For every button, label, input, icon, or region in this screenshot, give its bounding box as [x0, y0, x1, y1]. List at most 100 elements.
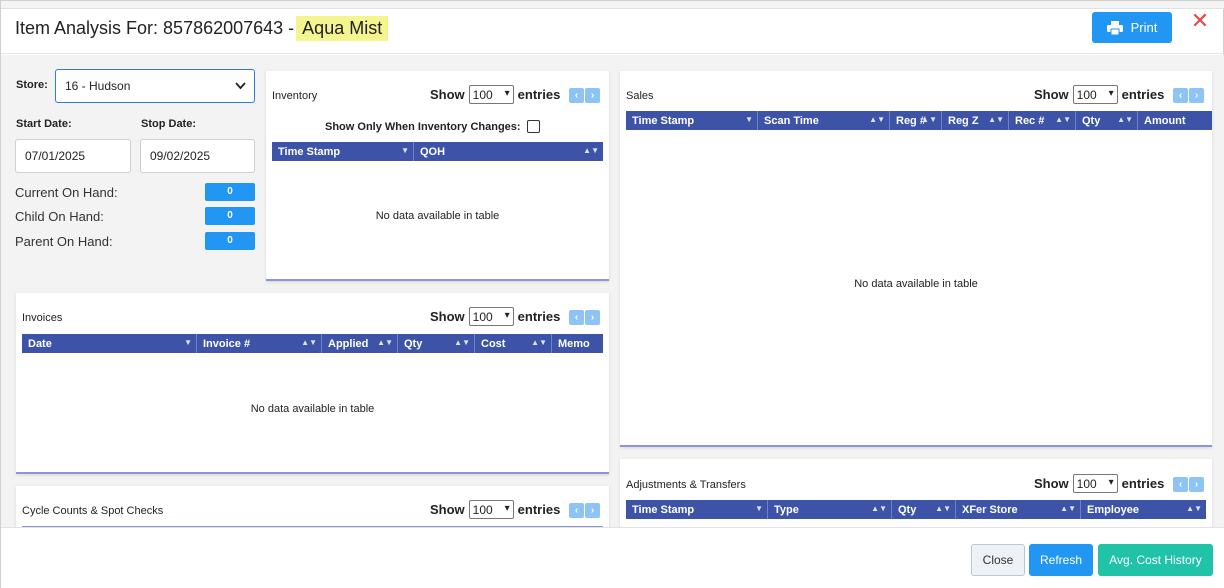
col-label: Time Stamp — [632, 114, 695, 127]
entries-value: 100 — [1076, 476, 1097, 491]
chevron-down-icon: ▾ — [1108, 477, 1114, 488]
invoices-title: Invoices — [22, 312, 63, 324]
col-label: Reg Z — [948, 114, 979, 127]
cycle-counts-pager: ‹ › — [569, 503, 600, 518]
print-button[interactable]: Print — [1092, 12, 1172, 43]
col-time-stamp[interactable]: Time Stamp ▼ — [272, 142, 414, 161]
sort-desc-icon: ▼ — [755, 504, 763, 513]
col-invoice-num[interactable]: Invoice # ▲▼ — [197, 334, 322, 353]
inventory-entries-select[interactable]: 100 ▾ — [468, 85, 514, 104]
col-amount[interactable]: Amount — [1138, 111, 1212, 130]
chevron-down-icon: ▾ — [504, 310, 510, 321]
col-scan-time[interactable]: Scan Time ▲▼ — [758, 111, 890, 130]
inventory-changes-checkbox[interactable] — [526, 120, 540, 133]
invoices-entries-select[interactable]: 100 ▾ — [468, 307, 514, 326]
entries-label: entries — [517, 87, 561, 102]
col-memo[interactable]: Memo — [552, 334, 603, 353]
chevron-left-icon[interactable]: ‹ — [569, 310, 584, 325]
close-button[interactable]: Close — [971, 544, 1025, 576]
col-label: Employee — [1087, 503, 1139, 516]
chevron-left-icon[interactable]: ‹ — [1173, 88, 1188, 103]
sort-icon: ▲▼ — [454, 338, 470, 347]
col-reg-num[interactable]: Reg # ▲▼ — [890, 111, 942, 130]
col-label: Applied — [328, 337, 369, 350]
chevron-right-icon[interactable]: › — [1189, 88, 1204, 103]
adjustments-entries-select[interactable]: 100 ▾ — [1072, 474, 1118, 493]
chevron-right-icon[interactable]: › — [585, 88, 600, 103]
chevron-right-icon[interactable]: › — [1189, 477, 1204, 492]
col-employee[interactable]: Employee ▲▼ — [1081, 500, 1206, 519]
chevron-left-icon[interactable]: ‹ — [569, 503, 584, 518]
chevron-left-icon[interactable]: ‹ — [569, 88, 584, 103]
cycle-counts-entries-select[interactable]: 100 ▾ — [468, 500, 514, 519]
store-select[interactable]: 16 - Hudson — [55, 69, 255, 103]
show-label: Show — [430, 502, 465, 517]
sales-no-data: No data available in table — [854, 278, 978, 290]
adjustments-title: Adjustments & Transfers — [626, 479, 746, 491]
col-qty[interactable]: Qty ▲▼ — [1076, 111, 1138, 130]
adjustments-panel: Adjustments & Transfers Show 100 ▾ entrie… — [620, 459, 1212, 527]
modal-header: Item Analysis For: 857862007643 - Aqua M… — [1, 9, 1224, 54]
chevron-down-icon — [235, 82, 246, 90]
col-label: Time Stamp — [632, 503, 695, 516]
sort-desc-icon: ▼ — [745, 115, 753, 124]
col-label: Cost — [481, 337, 506, 350]
col-date[interactable]: Date ▼ — [22, 334, 197, 353]
printer-icon — [1106, 20, 1123, 35]
col-time-stamp[interactable]: Time Stamp ▼ — [626, 111, 758, 130]
chevron-left-icon[interactable]: ‹ — [1173, 477, 1188, 492]
sort-icon: ▲▼ — [988, 115, 1004, 124]
inventory-no-data: No data available in table — [375, 210, 500, 222]
inventory-title: Inventory — [272, 90, 318, 102]
col-label: Memo — [558, 337, 590, 350]
sort-icon: ▲▼ — [1060, 504, 1076, 513]
entries-value: 100 — [1076, 87, 1097, 102]
start-date-input[interactable]: 07/01/2025 — [15, 139, 131, 173]
cycle-counts-show-entries: Show 100 ▾ entries — [430, 500, 560, 519]
parent-on-hand-badge: 0 — [205, 232, 255, 250]
modal-body: Store: 16 - Hudson Start Date: Stop Date… — [1, 55, 1224, 527]
inventory-table-header: Time Stamp ▼ QOH ▲▼ — [272, 142, 603, 161]
col-applied[interactable]: Applied ▲▼ — [322, 334, 398, 353]
child-on-hand-badge: 0 — [205, 207, 255, 225]
col-label: Rec # — [1015, 114, 1045, 127]
entries-label: entries — [1121, 87, 1165, 102]
col-qoh[interactable]: QOH ▲▼ — [414, 142, 603, 161]
col-time-stamp[interactable]: Time Stamp ▼ — [626, 500, 768, 519]
store-label: Store: — [16, 79, 48, 91]
show-label: Show — [430, 87, 465, 102]
sales-show-entries: Show 100 ▾ entries — [1034, 85, 1164, 104]
current-on-hand-badge: 0 — [205, 183, 255, 201]
entries-label: entries — [517, 502, 561, 517]
child-on-hand-label: Child On Hand: — [15, 209, 104, 224]
show-label: Show — [1034, 476, 1069, 491]
col-label: QOH — [420, 145, 446, 158]
col-label: Qty — [404, 337, 423, 350]
chevron-right-icon[interactable]: › — [585, 310, 600, 325]
sort-icon: ▲▼ — [1186, 504, 1202, 513]
invoices-panel: Invoices Show 100 ▾ entries ‹ › Date ▼ Inv… — [16, 293, 609, 474]
chevron-right-icon[interactable]: › — [585, 503, 600, 518]
col-qty[interactable]: Qty ▲▼ — [892, 500, 956, 519]
col-label: Type — [774, 503, 799, 516]
refresh-button[interactable]: Refresh — [1029, 544, 1093, 576]
col-rec-num[interactable]: Rec # ▲▼ — [1009, 111, 1076, 130]
col-xfer-store[interactable]: XFer Store ▲▼ — [956, 500, 1081, 519]
chevron-down-icon: ▾ — [1108, 88, 1114, 99]
store-value: 16 - Hudson — [65, 79, 131, 93]
show-label: Show — [1034, 87, 1069, 102]
chevron-down-icon: ▾ — [504, 88, 510, 99]
col-reg-z[interactable]: Reg Z ▲▼ — [942, 111, 1009, 130]
sales-entries-select[interactable]: 100 ▾ — [1072, 85, 1118, 104]
inventory-panel: Inventory Show 100 ▾ entries ‹ › Show Onl… — [266, 71, 609, 281]
col-type[interactable]: Type ▲▼ — [768, 500, 892, 519]
avg-cost-history-button[interactable]: Avg. Cost History — [1098, 544, 1213, 576]
col-cost[interactable]: Cost ▲▼ — [475, 334, 552, 353]
chevron-down-icon: ▾ — [504, 503, 510, 514]
sort-desc-icon: ▼ — [401, 146, 409, 155]
stop-date-input[interactable]: 09/02/2025 — [140, 139, 255, 173]
close-icon[interactable]: ✕ — [1190, 9, 1210, 33]
col-qty[interactable]: Qty ▲▼ — [398, 334, 475, 353]
sort-icon: ▲▼ — [935, 504, 951, 513]
modal-title: Item Analysis For: 857862007643 - Aqua M… — [15, 15, 389, 41]
